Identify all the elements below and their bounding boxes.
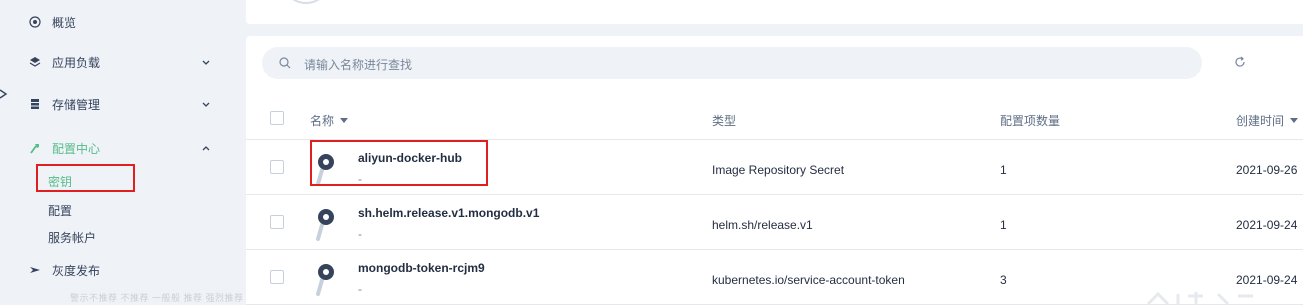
secret-name[interactable]: mongodb-token-rcjm9 [358, 261, 485, 275]
row-checkbox[interactable] [270, 215, 284, 229]
secret-type: helm.sh/release.v1 [712, 218, 813, 232]
sidebar-item-config-center[interactable]: 配置中心 [0, 137, 236, 159]
secret-count: 1 [1000, 218, 1007, 232]
secret-desc: - [358, 227, 362, 241]
overview-icon [29, 16, 41, 28]
search-input[interactable]: 请输入名称进行查找 [262, 47, 1202, 79]
storage-icon [29, 98, 41, 110]
secret-created: 2021-09-24 [1236, 218, 1298, 232]
watermark-graphic [1128, 286, 1303, 305]
secret-created: 2021-09-24 [1236, 273, 1298, 287]
select-all-checkbox[interactable] [270, 111, 284, 125]
sidebar-item-workload[interactable]: 应用负载 [0, 51, 236, 73]
secret-type: Image Repository Secret [712, 163, 845, 177]
secret-count: 1 [1000, 163, 1007, 177]
search-icon [278, 56, 292, 70]
chevron-down-icon [200, 56, 212, 68]
refresh-icon[interactable] [1234, 56, 1246, 68]
sidebar-item-storage[interactable]: 存储管理 [0, 93, 236, 115]
highlight-box [36, 164, 135, 192]
secret-count: 3 [1000, 273, 1007, 287]
secret-type: kubernetes.io/service-account-token [712, 273, 905, 287]
highlight-box [310, 140, 488, 186]
sidebar: 概览 应用负载 存储管理 配置中心 密钥 配置 服务帐户 灰度发布 警示不推荐 … [0, 0, 243, 305]
sidebar-item-label: 概览 [52, 15, 77, 30]
sort-icon [340, 118, 349, 124]
faded-text: 警示不推荐 不推荐 一般般 推荐 强烈推荐 [70, 293, 244, 303]
secret-desc: - [358, 282, 362, 296]
header-count: 配置项数量 [1000, 114, 1061, 128]
sidebar-subitem-service-accounts[interactable]: 服务帐户 [48, 229, 96, 246]
header-type: 类型 [712, 114, 737, 128]
secret-name[interactable]: sh.helm.release.v1.mongodb.v1 [358, 206, 539, 220]
chevron-down-icon [200, 98, 212, 110]
sidebar-item-label: 存储管理 [52, 97, 101, 112]
table-row[interactable]: sh.helm.release.v1.mongodb.v1 - helm.sh/… [246, 195, 1303, 250]
sidebar-item-grayscale[interactable]: 灰度发布 [0, 259, 236, 281]
sidebar-item-overview[interactable]: 概览 [0, 11, 236, 33]
row-checkbox[interactable] [270, 160, 284, 174]
search-placeholder: 请输入名称进行查找 [304, 58, 413, 72]
config-icon [29, 142, 41, 154]
secrets-panel: 请输入名称进行查找 名称 类型 配置项数量 创建时间 aliyun-docker… [246, 36, 1303, 305]
secret-key-icon [316, 262, 338, 296]
sort-icon [1290, 118, 1299, 124]
row-checkbox[interactable] [270, 270, 284, 284]
sidebar-subitem-configmaps[interactable]: 配置 [48, 202, 72, 219]
header-avatar [286, 0, 326, 4]
header-name[interactable]: 名称 [310, 112, 349, 129]
sidebar-item-label: 灰度发布 [52, 263, 101, 278]
secret-created: 2021-09-26 [1236, 163, 1298, 177]
table-header: 名称 类型 配置项数量 创建时间 [246, 96, 1303, 140]
sidebar-item-label: 应用负载 [52, 55, 101, 70]
workload-icon [29, 56, 41, 68]
sidebar-item-label: 配置中心 [52, 141, 101, 156]
header-card [246, 0, 1303, 24]
chevron-up-icon [200, 142, 212, 154]
grayscale-icon [29, 264, 41, 276]
header-created[interactable]: 创建时间 [1236, 112, 1299, 129]
secret-key-icon [316, 207, 338, 241]
